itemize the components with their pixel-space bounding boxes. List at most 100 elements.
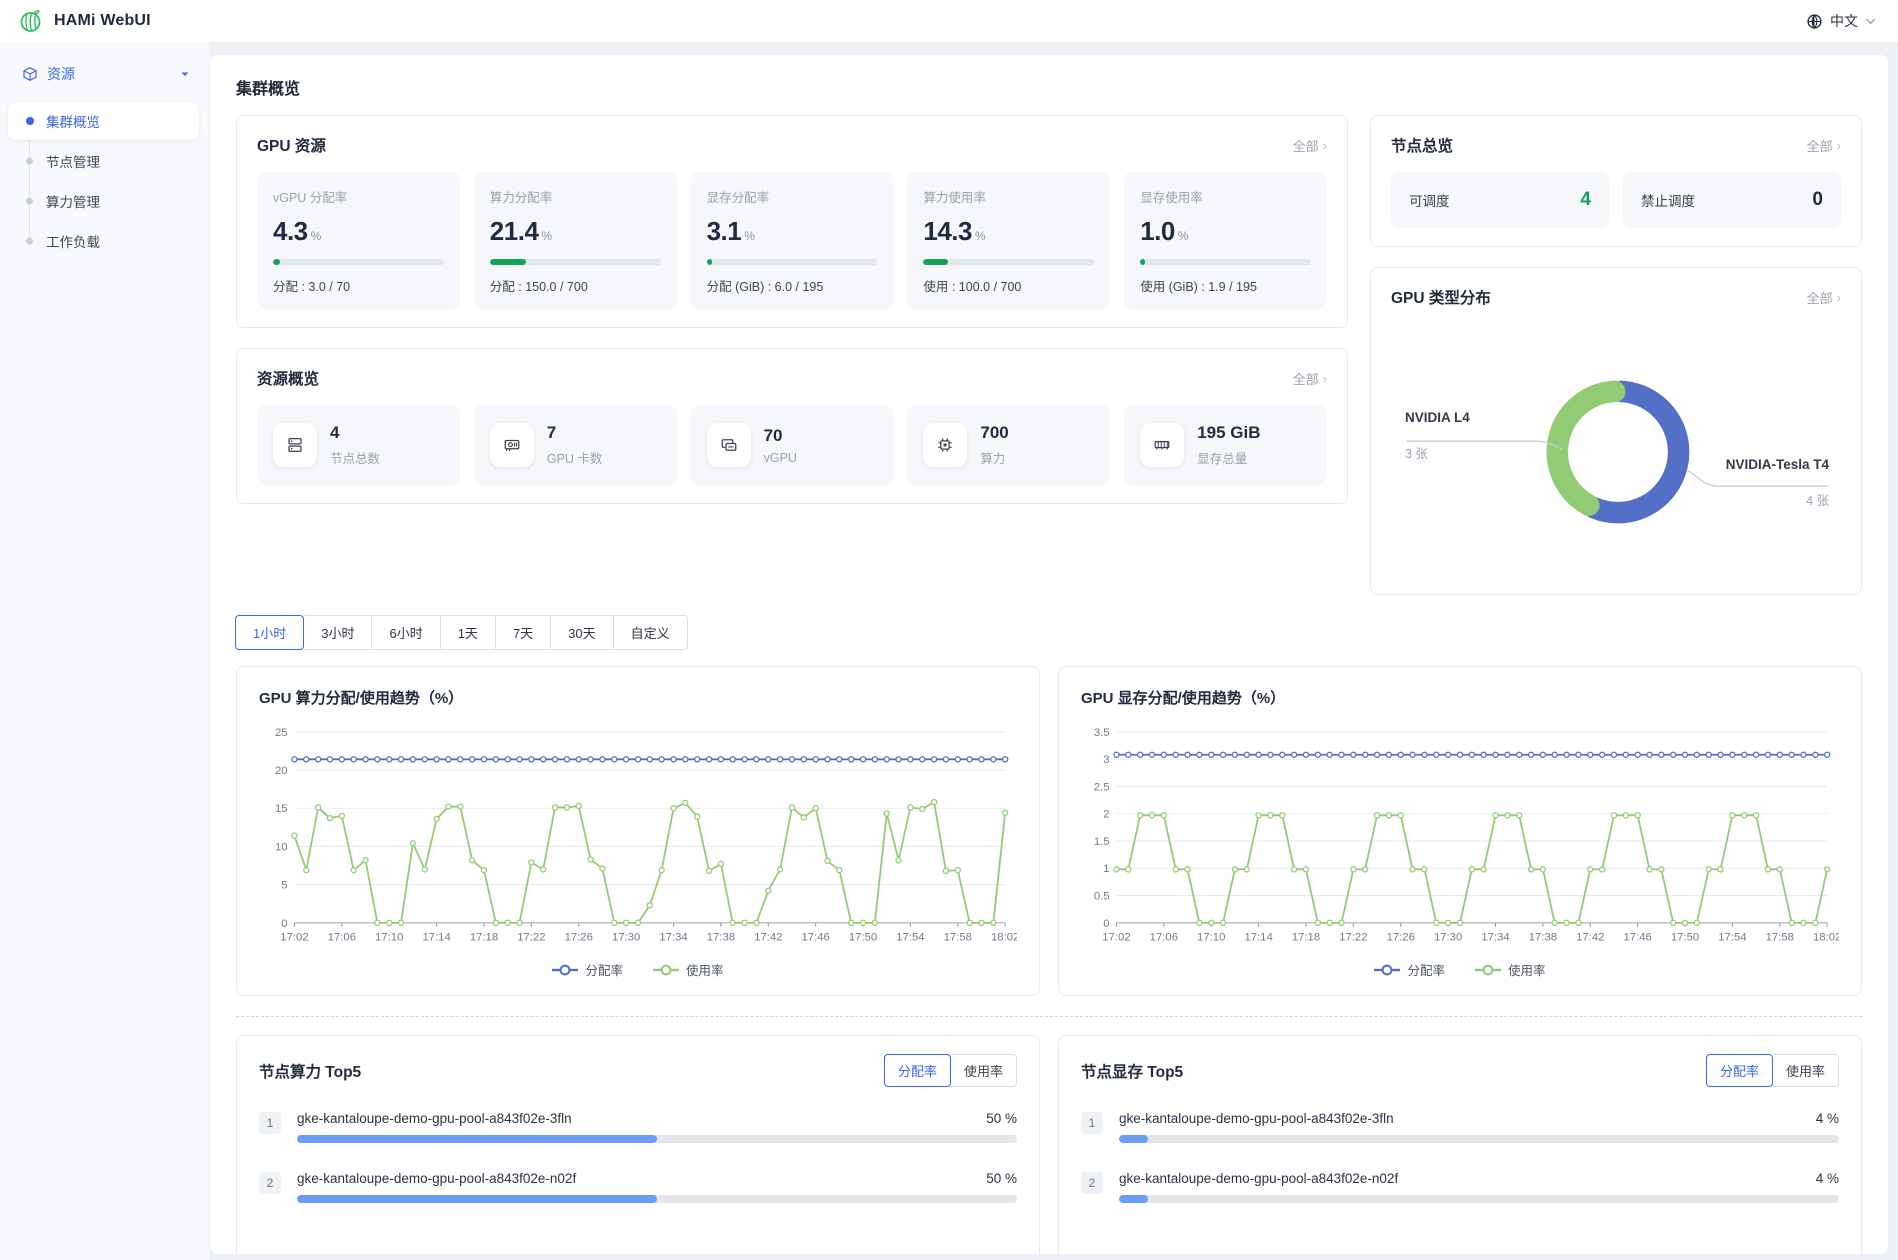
tab-3hours[interactable]: 3小时: [304, 615, 372, 650]
unschedulable-label: 禁止调度: [1641, 190, 1695, 210]
dashed-divider: [236, 1016, 1862, 1017]
resource-value: 700: [980, 423, 1008, 443]
progress-fill: [1119, 1135, 1148, 1143]
stat-value: 1.0: [1140, 216, 1175, 247]
compute-toggle-usage-button[interactable]: 使用率: [951, 1054, 1017, 1087]
chevron-right-icon: ›: [1323, 371, 1327, 386]
progress-fill: [923, 259, 947, 265]
node-overview-card: 节点总览 全部 › 可调度 4 禁止调: [1370, 115, 1862, 247]
resource-overview-view-all-link[interactable]: 全部 ›: [1293, 369, 1327, 388]
schedulable-value: 4: [1580, 189, 1591, 211]
legend-marker-icon: [1475, 964, 1501, 976]
compute-trend-title: GPU 算力分配/使用趋势（%）: [259, 687, 1017, 708]
stat-unit: %: [744, 229, 755, 243]
progress-fill: [490, 259, 527, 265]
svg-text:0: 0: [1103, 918, 1109, 930]
svg-text:17:42: 17:42: [754, 932, 782, 944]
sidebar-item-label: 集群概览: [46, 115, 100, 130]
svg-text:17:10: 17:10: [1197, 932, 1225, 944]
svg-text:17:54: 17:54: [896, 932, 924, 944]
rank-badge: 2: [1081, 1172, 1103, 1194]
svg-text:20: 20: [275, 765, 288, 777]
stat-memory-usage: 显存使用率 1.0% 使用 (GiB) : 1.9 / 195: [1124, 172, 1327, 309]
progress-track: [297, 1135, 1017, 1143]
legend-item[interactable]: 使用率: [653, 960, 724, 979]
gpu-card-icon: [490, 423, 534, 467]
svg-text:17:14: 17:14: [422, 932, 450, 944]
resource-label: GPU 卡数: [547, 448, 603, 467]
progress-track: [1119, 1195, 1839, 1203]
gpu-resources-view-all-link[interactable]: 全部 ›: [1293, 136, 1327, 155]
svg-text:17:46: 17:46: [801, 932, 829, 944]
svg-text:17:42: 17:42: [1576, 932, 1604, 944]
tab-7days[interactable]: 7天: [496, 615, 551, 650]
svg-text:17:22: 17:22: [1339, 932, 1367, 944]
svg-text:17:58: 17:58: [944, 932, 972, 944]
sidebar-item-compute-management[interactable]: 算力管理: [0, 182, 199, 220]
time-range-tabs: 1小时 3小时 6小时 1天 7天 30天 自定义: [236, 615, 688, 650]
gpu-type-distribution-card: GPU 类型分布 全部 › NVI: [1370, 267, 1862, 595]
stat-detail: 分配 : 3.0 / 70: [273, 276, 444, 295]
donut-count-tesla-t4: 4 张: [1806, 490, 1829, 509]
svg-text:2.5: 2.5: [1094, 781, 1110, 793]
legend-item[interactable]: 分配率: [1374, 960, 1445, 979]
progress-track: [1119, 1135, 1839, 1143]
tab-30days[interactable]: 30天: [551, 615, 613, 650]
label-leader-line: [1687, 471, 1828, 487]
sidebar-item-node-management[interactable]: 节点管理: [0, 142, 199, 180]
svg-text:3: 3: [1103, 754, 1109, 766]
resource-item-compute: 700 算力: [907, 405, 1110, 485]
gpu-resources-title: GPU 资源: [257, 134, 326, 156]
progress-track: [1140, 259, 1311, 265]
svg-text:10: 10: [275, 841, 288, 853]
legend-item[interactable]: 使用率: [1475, 960, 1546, 979]
svg-text:5: 5: [281, 880, 287, 892]
resource-label: 显存总量: [1197, 448, 1260, 467]
progress-fill: [273, 259, 280, 265]
compute-toggle-alloc-button[interactable]: 分配率: [884, 1054, 951, 1087]
svg-text:17:54: 17:54: [1718, 932, 1746, 944]
memory-toggle-usage-button[interactable]: 使用率: [1773, 1054, 1839, 1087]
svg-text:17:26: 17:26: [565, 932, 593, 944]
schedulable-box: 可调度 4: [1391, 172, 1609, 228]
svg-text:15: 15: [275, 803, 288, 815]
svg-text:17:30: 17:30: [1434, 932, 1462, 944]
language-label: 中文: [1830, 11, 1858, 31]
gpu-type-view-all-link[interactable]: 全部 ›: [1807, 288, 1841, 307]
donut-svg: [1391, 324, 1841, 576]
svg-text:17:18: 17:18: [1292, 932, 1320, 944]
svg-text:17:58: 17:58: [1766, 932, 1794, 944]
svg-text:18:02: 18:02: [1813, 932, 1839, 944]
progress-fill: [297, 1135, 657, 1143]
legend-item[interactable]: 分配率: [552, 960, 623, 979]
tab-custom[interactable]: 自定义: [614, 615, 688, 650]
sidebar-item-workloads[interactable]: 工作负载: [0, 222, 199, 260]
globe-icon: [1806, 13, 1823, 30]
donut-count-nvidia-l4: 3 张: [1405, 443, 1428, 462]
progress-fill: [1140, 259, 1145, 265]
cube-icon: [22, 66, 38, 82]
language-selector[interactable]: 中文: [1806, 11, 1876, 31]
compute-trend-chart[interactable]: 051015202517:0217:0617:1017:1417:1817:22…: [259, 722, 1017, 956]
unschedulable-value: 0: [1812, 189, 1823, 211]
sidebar-item-label: 节点管理: [46, 155, 100, 170]
chevron-right-icon: ›: [1837, 138, 1841, 153]
tab-6hours[interactable]: 6小时: [372, 615, 440, 650]
resource-item-gpu-cards: 7 GPU 卡数: [474, 405, 677, 485]
node-memory-top5-title: 节点显存 Top5: [1081, 1060, 1183, 1082]
tab-1day[interactable]: 1天: [441, 615, 496, 650]
sidebar-item-cluster-overview[interactable]: 集群概览: [8, 102, 199, 140]
view-all-label: 全部: [1807, 136, 1833, 155]
memory-top5-toggle: 分配率 使用率: [1706, 1054, 1839, 1087]
resource-overview-title: 资源概览: [257, 367, 319, 389]
tab-1hour[interactable]: 1小时: [235, 615, 304, 650]
stat-label: 显存分配率: [707, 187, 878, 206]
legend-label: 分配率: [1407, 960, 1445, 979]
memory-toggle-alloc-button[interactable]: 分配率: [1706, 1054, 1773, 1087]
sidebar-group-resources[interactable]: 资源: [0, 56, 209, 92]
donut-label-tesla-t4: NVIDIA-Tesla T4: [1726, 457, 1829, 472]
app-title: HAMi WebUI: [54, 12, 151, 30]
memory-trend-chart[interactable]: 00.511.522.533.517:0217:0617:1017:1417:1…: [1081, 722, 1839, 956]
view-all-label: 全部: [1293, 136, 1319, 155]
node-overview-view-all-link[interactable]: 全部 ›: [1807, 136, 1841, 155]
